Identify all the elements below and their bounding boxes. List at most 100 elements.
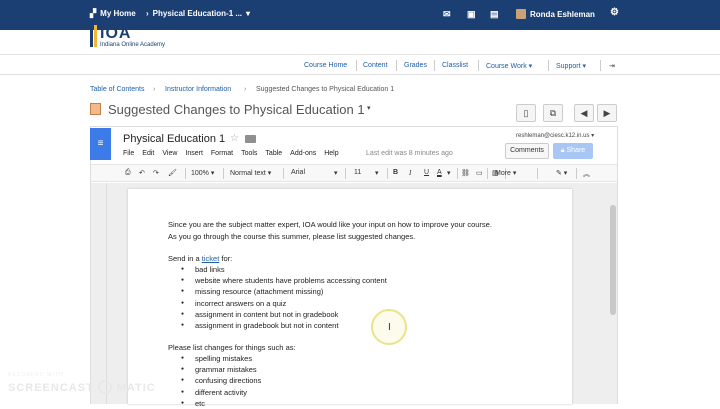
nav-grades[interactable]: Grades bbox=[404, 62, 427, 69]
google-docs-icon[interactable]: ≡ bbox=[90, 128, 111, 160]
nav-divider bbox=[600, 60, 601, 71]
mail-icon: ✉ bbox=[443, 9, 451, 19]
nav-course-home[interactable]: Course Home bbox=[304, 62, 347, 69]
update-alerts[interactable]: ▤ bbox=[490, 9, 499, 20]
folder-icon[interactable] bbox=[245, 135, 256, 143]
undo-icon[interactable]: ↶ bbox=[139, 169, 145, 177]
chevron-right-icon: › bbox=[146, 9, 149, 18]
share-button[interactable]: 🔒︎ Share bbox=[553, 143, 593, 159]
nav-divider bbox=[396, 60, 397, 71]
nav-support[interactable]: Support ▾ bbox=[556, 62, 586, 70]
breadcrumb: Table of Contents bbox=[90, 86, 144, 93]
font-size-caret[interactable]: ▾ bbox=[375, 169, 379, 177]
pencil-icon[interactable]: ✎ ▾ bbox=[556, 169, 567, 177]
previous-topic-button[interactable]: ◀ bbox=[574, 104, 594, 122]
menu-help[interactable]: Help bbox=[324, 150, 338, 157]
text-color-caret[interactable]: ▾ bbox=[447, 169, 451, 177]
caret-down-icon: ▾ bbox=[591, 133, 595, 139]
subscription-alerts[interactable]: ▣ bbox=[467, 9, 476, 20]
text-cursor-icon: I bbox=[388, 322, 391, 333]
breadcrumb-separator: › bbox=[244, 86, 247, 93]
list-item: missing resource (attachment missing) bbox=[181, 286, 387, 297]
menu-add-ons[interactable]: Add-ons bbox=[290, 150, 316, 157]
font-dropdown-caret[interactable]: ▾ bbox=[334, 169, 338, 177]
user-email[interactable]: reshleman@ciesc.k12.in.us ▾ bbox=[516, 132, 594, 139]
intro-line-2: As you go through the course this summer… bbox=[168, 232, 416, 241]
lock-icon: 🔒︎ bbox=[560, 147, 565, 154]
my-home-link[interactable]: ▞ My Home bbox=[90, 9, 136, 18]
font-dropdown[interactable]: Arial bbox=[291, 169, 305, 176]
send-prefix: Send in a bbox=[168, 254, 202, 263]
page-title: Suggested Changes to Physical Education … bbox=[108, 102, 365, 117]
gear-icon: ⚙ bbox=[610, 7, 619, 18]
ticket-link[interactable]: ticket bbox=[202, 254, 220, 263]
menu-file[interactable]: File bbox=[123, 150, 134, 157]
next-topic-button[interactable]: ▶ bbox=[597, 104, 617, 122]
toolbar-divider bbox=[487, 168, 488, 179]
print-icon[interactable]: ⎙ bbox=[125, 169, 131, 177]
document-scrollbar[interactable] bbox=[610, 205, 616, 315]
text-color-button[interactable]: A bbox=[437, 169, 442, 176]
document-icon bbox=[90, 103, 101, 115]
font-size-value: 11 bbox=[354, 169, 362, 176]
toolbar-divider bbox=[387, 168, 388, 179]
list-item: assignment in content but not in gradebo… bbox=[181, 309, 387, 320]
nav-classlist[interactable]: Classlist bbox=[442, 62, 468, 69]
menu-edit[interactable]: Edit bbox=[142, 150, 154, 157]
star-icon[interactable]: ☆ bbox=[230, 133, 239, 144]
list-item: different activity bbox=[181, 387, 261, 398]
more-label: More bbox=[495, 170, 511, 177]
nav-content[interactable]: Content bbox=[363, 62, 388, 69]
menu-table[interactable]: Table bbox=[265, 150, 282, 157]
last-edit-status[interactable]: Last edit was 8 minutes ago bbox=[366, 150, 453, 157]
user-email-text: reshleman@ciesc.k12.in.us bbox=[516, 133, 590, 139]
menu-format[interactable]: Format bbox=[211, 150, 233, 157]
breadcrumb-instructor-information[interactable]: Instructor Information bbox=[165, 86, 231, 93]
comment-icon[interactable]: ▭ bbox=[476, 169, 483, 177]
bookmark-icon: ▯ bbox=[523, 108, 529, 118]
document-title[interactable]: Physical Education 1 bbox=[123, 133, 225, 145]
title-menu-caret-icon[interactable]: ▾ bbox=[367, 104, 371, 112]
user-menu[interactable]: Ronda Eshleman bbox=[516, 9, 595, 19]
comments-button[interactable]: Comments bbox=[505, 143, 549, 159]
more-dropdown[interactable]: More ▾ bbox=[495, 169, 516, 177]
toolbar-divider bbox=[185, 168, 186, 179]
paint-format-icon[interactable]: 🖌︎ bbox=[168, 169, 177, 177]
redo-icon[interactable]: ↷ bbox=[153, 169, 159, 177]
arrow-left-icon: ◀ bbox=[580, 108, 588, 118]
toolbar-divider bbox=[576, 168, 577, 179]
breadcrumb-table-of-contents[interactable]: Table of Contents bbox=[90, 86, 144, 93]
font-value: Arial bbox=[291, 169, 306, 176]
course-label: Physical Education-1 ... bbox=[152, 9, 243, 18]
caret-down-icon: ▾ bbox=[528, 63, 533, 70]
nav-course-work[interactable]: Course Work ▾ bbox=[486, 62, 532, 70]
bold-button[interactable]: B bbox=[393, 169, 398, 176]
vertical-ruler bbox=[91, 183, 107, 404]
menu-insert[interactable]: Insert bbox=[185, 150, 203, 157]
list-item: bad links bbox=[181, 264, 387, 275]
link-icon[interactable]: ⛓︎ bbox=[461, 169, 470, 177]
list-item: assignment in gradebook but not in conte… bbox=[181, 320, 387, 331]
settings-button[interactable]: ⚙ bbox=[610, 7, 619, 18]
underline-button[interactable]: U bbox=[424, 169, 429, 176]
style-dropdown[interactable]: Normal text ▾ bbox=[230, 169, 271, 177]
list-item: confusing directions bbox=[181, 375, 261, 386]
zoom-dropdown[interactable]: 100% ▾ bbox=[191, 169, 214, 177]
my-home-label: My Home bbox=[100, 9, 136, 18]
course-selector[interactable]: › Physical Education-1 ... ▾ bbox=[146, 9, 250, 18]
italic-button[interactable]: I bbox=[409, 169, 411, 177]
open-external-button[interactable]: ⧉ bbox=[543, 104, 563, 122]
send-suffix: for: bbox=[219, 254, 233, 263]
breadcrumb-separator: › bbox=[153, 86, 156, 93]
list-item: etc bbox=[181, 398, 261, 409]
collapse-chevron-icon[interactable]: ︽ bbox=[583, 169, 590, 179]
toolbar-divider bbox=[345, 168, 346, 179]
list-item: incorrect answers on a quiz bbox=[181, 298, 387, 309]
menu-tools[interactable]: Tools bbox=[241, 150, 257, 157]
font-size-dropdown[interactable]: 11 bbox=[354, 169, 361, 176]
bookmark-button[interactable]: ▯ bbox=[516, 104, 536, 122]
message-alerts[interactable]: ✉ bbox=[443, 9, 451, 20]
exit-icon[interactable]: ⇥ bbox=[609, 62, 615, 70]
zoom-value: 100% bbox=[191, 170, 209, 177]
menu-view[interactable]: View bbox=[162, 150, 177, 157]
